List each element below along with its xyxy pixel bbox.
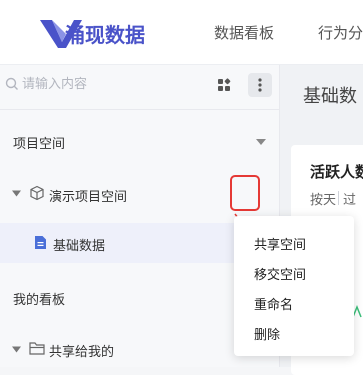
menu-item-transfer-space[interactable]: 移交空间 (254, 264, 306, 283)
search-row (0, 65, 279, 103)
cube-icon (30, 185, 44, 201)
context-menu: 共享空间 移交空间 重命名 删除 (234, 216, 354, 356)
card-filter[interactable]: 过 (343, 189, 356, 208)
section-project-space[interactable]: 项目空间 (13, 133, 65, 152)
menu-item-share-space[interactable]: 共享空间 (254, 234, 306, 253)
page-title: 基础数 (303, 86, 357, 107)
grid-view-icon[interactable] (213, 74, 235, 96)
section-my-boards[interactable]: 我的看板 (13, 289, 65, 308)
search-icon (5, 77, 18, 90)
folder-icon (29, 342, 45, 355)
card-separator (338, 191, 339, 205)
sidebar-divider (0, 109, 279, 110)
card-title: 活跃人数 (310, 163, 363, 181)
top-bar: 涌现数据 数据看板 行为分 (0, 0, 363, 65)
vertical-dots-icon (258, 78, 262, 92)
card-granularity[interactable]: 按天 (310, 189, 336, 208)
tree-item-label: 共享给我的 (49, 345, 115, 360)
highlight-box (230, 175, 260, 211)
tree-item-label: 基础数据 (53, 239, 106, 254)
nav-behavior[interactable]: 行为分 (318, 22, 363, 43)
search-input[interactable] (22, 74, 202, 94)
tree-item-label: 演示项目空间 (49, 190, 128, 205)
more-options-button[interactable] (248, 73, 272, 97)
logo-text: 涌现数据 (65, 23, 145, 47)
caret-down-icon[interactable] (12, 345, 21, 354)
menu-item-delete[interactable]: 删除 (254, 324, 280, 343)
caret-down-icon[interactable] (256, 138, 266, 146)
document-icon (35, 236, 46, 249)
caret-down-icon[interactable] (12, 189, 21, 198)
menu-item-rename[interactable]: 重命名 (254, 294, 293, 313)
nav-dashboard[interactable]: 数据看板 (214, 22, 274, 43)
